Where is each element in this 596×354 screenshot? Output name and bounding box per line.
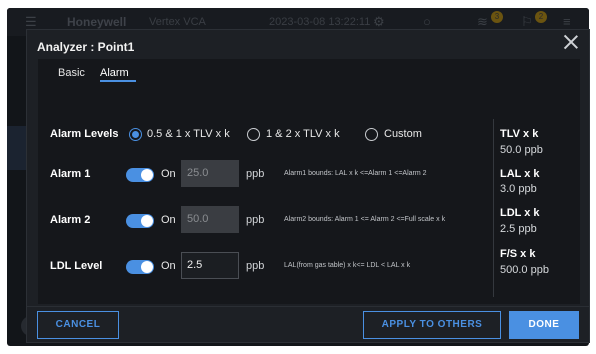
alarm-icon: ≋: [477, 14, 488, 29]
ldl-toggle[interactable]: [126, 260, 154, 274]
list-icon: ≡: [563, 14, 571, 29]
ldl-value-input[interactable]: 2.5: [181, 252, 239, 279]
tab-basic[interactable]: Basic: [58, 67, 85, 79]
ldl-unit: ppb: [246, 260, 265, 272]
tlv-label: TLV x k: [500, 128, 539, 140]
close-icon[interactable]: [563, 34, 579, 50]
tab-alarm[interactable]: Alarm: [100, 67, 129, 79]
settings-icon: ⚙: [373, 14, 385, 29]
fs-label: F/S x k: [500, 248, 536, 260]
analyzer-dialog: Analyzer : Point1 Basic Alarm Alarm Leve…: [26, 29, 590, 343]
apply-to-others-button[interactable]: APPLY TO OTHERS: [363, 311, 501, 339]
ldl-info-value: 2.5 ppb: [500, 223, 537, 235]
alarm-level-option-0-radio[interactable]: [129, 128, 142, 141]
done-button[interactable]: DONE: [509, 311, 579, 339]
app-brand: Honeywell: [67, 15, 127, 29]
search-icon: ○: [423, 14, 431, 29]
alarm-level-option-1-radio[interactable]: [247, 128, 260, 141]
alarm-level-option-custom-radio[interactable]: [365, 128, 378, 141]
alarm-levels-label: Alarm Levels: [50, 128, 119, 140]
alarm1-unit: ppb: [246, 168, 265, 180]
alarm-level-option-1-label[interactable]: 1 & 2 x TLV x k: [266, 128, 340, 140]
lal-label: LAL x k: [500, 168, 540, 180]
alarm1-value-field: 25.0: [181, 160, 239, 187]
fault-icon: ⚐: [521, 14, 533, 29]
alarm2-unit: ppb: [246, 214, 265, 226]
alarm1-toggle[interactable]: [126, 168, 154, 182]
ldl-level-label: LDL Level: [50, 260, 103, 272]
alarm-count-badge: 3: [491, 11, 503, 23]
footer-divider: [27, 306, 589, 307]
alarm2-bounds-text: Alarm2 bounds: Alarm 1 <= Alarm 2 <=Full…: [284, 216, 446, 223]
ldl-info-label: LDL x k: [500, 207, 540, 219]
cancel-button[interactable]: CANCEL: [37, 311, 119, 339]
active-tab-indicator: [100, 80, 136, 82]
alarm-level-option-custom-label[interactable]: Custom: [384, 128, 422, 140]
ldl-bounds-text: LAL(from gas table) x k<= LDL < LAL x k: [284, 262, 411, 269]
alarm2-value-field: 50.0: [181, 206, 239, 233]
alarm2-toggle[interactable]: [126, 214, 154, 228]
alarm-level-option-0-label[interactable]: 0.5 & 1 x TLV x k: [147, 128, 230, 140]
alarm1-toggle-state: On: [161, 168, 176, 180]
fault-count-badge: 2: [535, 11, 547, 23]
info-divider: [493, 119, 494, 297]
fs-value: 500.0 ppb: [500, 264, 549, 276]
alarm2-toggle-state: On: [161, 214, 176, 226]
alarm2-label: Alarm 2: [50, 214, 91, 226]
app-datetime: 2023-03-08 13:22:11: [269, 16, 371, 28]
alarm1-label: Alarm 1: [50, 168, 91, 180]
app-subtitle: Vertex VCA: [149, 16, 206, 28]
ldl-toggle-state: On: [161, 260, 176, 272]
alarm1-bounds-text: Alarm1 bounds: LAL x k <=Alarm 1 <=Alarm…: [284, 170, 427, 177]
menu-icon: ☰: [25, 14, 37, 29]
lal-value: 3.0 ppb: [500, 183, 537, 195]
dialog-title: Analyzer : Point1: [37, 40, 135, 54]
dialog-panel: Basic Alarm Alarm Levels 0.5 & 1 x TLV x…: [38, 59, 580, 304]
tlv-value: 50.0 ppb: [500, 144, 543, 156]
